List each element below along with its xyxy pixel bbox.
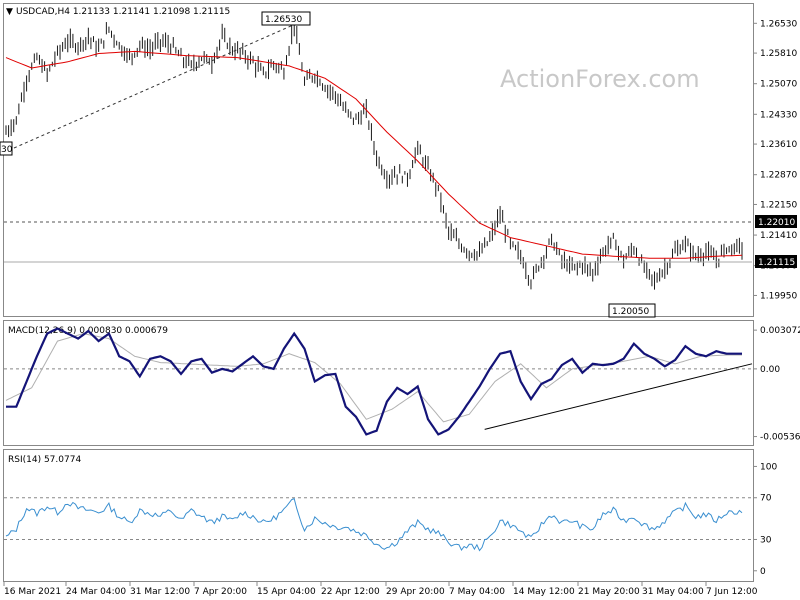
- x-tick-label: 31 May 04:00: [642, 587, 704, 597]
- rsi-ytick-label: 70: [760, 494, 772, 504]
- x-tick-label: 31 Mar 12:00: [130, 587, 190, 597]
- svg-text:1.20050: 1.20050: [612, 307, 649, 317]
- price-ytick-label: 1.26530: [760, 19, 797, 29]
- forex-chart: ActionForex.com ▼ USDCAD,H4 1.21133 1.21…: [0, 0, 800, 600]
- label-resistance: 1.22010: [755, 215, 797, 228]
- x-tick-label: 14 May 12:00: [513, 587, 575, 597]
- x-tick-label: 7 Apr 20:00: [194, 587, 247, 597]
- svg-text:30: 30: [1, 145, 13, 155]
- svg-text:1.21115: 1.21115: [758, 258, 795, 268]
- price-ytick-label: 1.25810: [760, 49, 797, 59]
- x-tick-label: 22 Apr 12:00: [321, 587, 380, 597]
- price-ytick-label: 1.22870: [760, 171, 797, 181]
- label-left-partial: 30: [0, 141, 13, 156]
- x-tick-label: 15 Apr 04:00: [257, 587, 316, 597]
- price-ytick-label: 1.25070: [760, 80, 797, 90]
- price-ytick-label: 1.21410: [760, 231, 797, 241]
- label-current-price: 1.21115: [755, 255, 797, 268]
- rsi-ytick-label: 30: [760, 535, 772, 545]
- price-ytick-label: 1.23610: [760, 140, 797, 150]
- svg-text:1.26530: 1.26530: [265, 15, 302, 25]
- macd-ytick-label: -0.005369: [760, 433, 800, 443]
- macd-ytick-label: 0.00: [760, 365, 780, 375]
- rsi-ytick-label: 100: [760, 462, 777, 472]
- x-tick-label: 7 Jun 12:00: [706, 587, 758, 597]
- watermark: ActionForex.com: [500, 65, 700, 93]
- x-tick-label: 21 May 20:00: [578, 587, 640, 597]
- label-high: 1.26530: [261, 11, 311, 26]
- price-title: USDCAD,H4 1.21133 1.21141 1.21098 1.2111…: [16, 7, 230, 17]
- x-tick-label: 7 May 04:00: [449, 587, 505, 597]
- svg-text:1.22010: 1.22010: [758, 218, 795, 228]
- x-tick-label: 29 Apr 20:00: [386, 587, 445, 597]
- price-ytick-label: 1.24330: [760, 110, 797, 120]
- price-ytick-label: 1.22150: [760, 200, 797, 210]
- rsi-title: RSI(14) 57.0774: [8, 455, 81, 465]
- x-tick-label: 24 Mar 04:00: [66, 587, 126, 597]
- rsi-ytick-label: 0: [760, 567, 766, 577]
- macd-ytick-label: 0.003072: [760, 326, 800, 336]
- label-low: 1.20050: [608, 303, 656, 318]
- price-panel: [3, 3, 754, 317]
- price-title-arrow: ▼: [6, 7, 13, 17]
- x-tick-label: 16 Mar 2021: [4, 587, 61, 597]
- price-ytick-label: 1.19950: [760, 291, 797, 301]
